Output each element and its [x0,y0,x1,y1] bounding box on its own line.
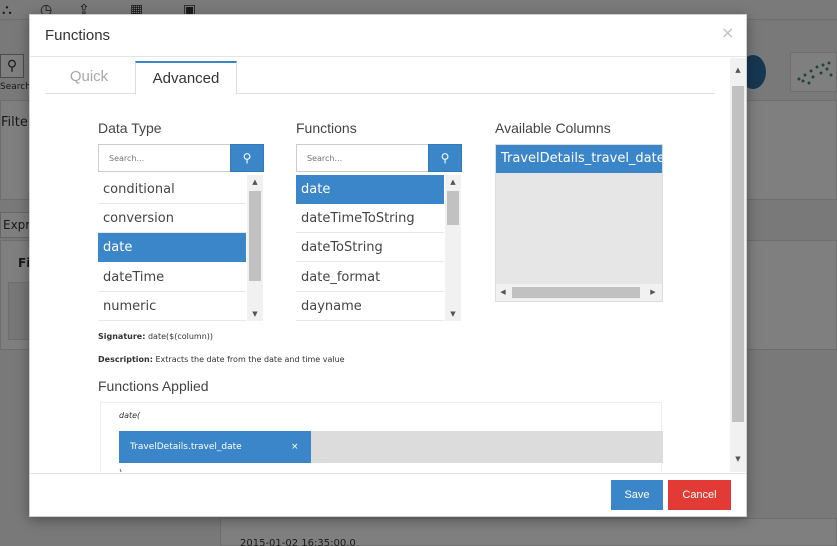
modal-footer: Save Cancel [30,473,746,516]
scroll-right-icon[interactable]: ▶ [646,284,660,301]
modal-header: Functions × [30,15,746,57]
applied-chip-label: TravelDetails.travel_date [130,442,242,452]
tab-quick[interactable]: Quick [45,61,133,94]
scrollbar-thumb[interactable] [732,86,744,422]
scroll-left-icon[interactable]: ◀ [496,284,510,301]
tab-advanced[interactable]: Advanced [135,61,237,95]
applied-open-text: date( [119,411,141,420]
functions-applied-heading: Functions Applied [98,378,209,394]
data-type-item-date[interactable]: date [98,233,246,262]
data-type-search: ⚲ [98,144,264,172]
save-button[interactable]: Save [611,480,663,510]
scroll-up-icon[interactable]: ▲ [730,63,746,77]
scroll-down-icon[interactable]: ▼ [445,307,461,321]
description-label: Description: [98,355,153,364]
scroll-down-icon[interactable]: ▼ [247,307,263,321]
available-columns-list: TravelDetails_travel_date ◀ ▶ [495,144,663,302]
data-type-item-conditional[interactable]: conditional [98,175,246,204]
function-item-dayname[interactable]: dayname [296,292,444,321]
available-columns-heading: Available Columns [495,120,611,136]
scrollbar-thumb[interactable] [249,191,261,281]
function-item-date-format[interactable]: date_format [296,263,444,292]
functions-heading: Functions [296,120,357,136]
modal-title: Functions [45,27,111,44]
data-type-search-input[interactable] [98,144,230,172]
scroll-down-icon[interactable]: ▼ [730,452,746,466]
search-icon: ⚲ [242,151,252,165]
functions-search: ⚲ [296,144,462,172]
scroll-up-icon[interactable]: ▲ [247,175,263,189]
function-item-datetimetostring[interactable]: dateTimeToString [296,204,444,233]
data-type-list: conditional conversion date dateTime num… [98,175,264,321]
tab-bar: Quick Advanced [45,61,715,95]
search-icon: ⚲ [440,151,450,165]
applied-column-chip[interactable]: TravelDetails.travel_date × [119,431,311,463]
signature-label: Signature: [98,332,146,341]
data-type-search-button[interactable]: ⚲ [230,144,264,172]
signature-line: Signature: date($(column)) [98,332,213,341]
scroll-up-icon[interactable]: ▲ [445,175,461,189]
cancel-button[interactable]: Cancel [668,480,731,510]
functions-scrollbar[interactable]: ▲ ▼ [445,175,461,321]
data-type-item-datetime[interactable]: dateTime [98,263,246,292]
modal-body-scrollbar[interactable]: ▲ ▼ [730,58,746,472]
applied-argument-row[interactable]: TravelDetails.travel_date × [119,431,663,463]
data-type-item-numeric[interactable]: numeric [98,292,246,321]
functions-search-input[interactable] [296,144,428,172]
functions-applied-box: date( TravelDetails.travel_date × ) [100,402,663,472]
close-icon[interactable]: × [721,23,734,42]
scrollbar-thumb[interactable] [512,287,640,298]
applied-close-text: ) [119,468,122,472]
function-item-date[interactable]: date [296,175,444,204]
scrollbar-thumb[interactable] [447,191,459,225]
data-type-scrollbar[interactable]: ▲ ▼ [247,175,263,321]
functions-modal: Functions × Quick Advanced Data Type ⚲ c… [29,14,747,517]
available-columns-hscrollbar[interactable]: ◀ ▶ [496,284,662,301]
description-value: Extracts the date from the date and time… [155,355,345,364]
function-item-datetostring[interactable]: dateToString [296,233,444,262]
modal-body: Quick Advanced Data Type ⚲ conditional c… [30,58,746,472]
data-type-heading: Data Type [98,120,162,136]
functions-list: date dateTimeToString dateToString date_… [296,175,462,321]
remove-chip-icon[interactable]: × [291,431,299,463]
available-column-item[interactable]: TravelDetails_travel_date [496,145,662,173]
functions-search-button[interactable]: ⚲ [428,144,462,172]
description-line: Description: Extracts the date from the … [98,355,345,364]
data-type-item-conversion[interactable]: conversion [98,204,246,233]
signature-value: date($(column)) [147,332,214,341]
